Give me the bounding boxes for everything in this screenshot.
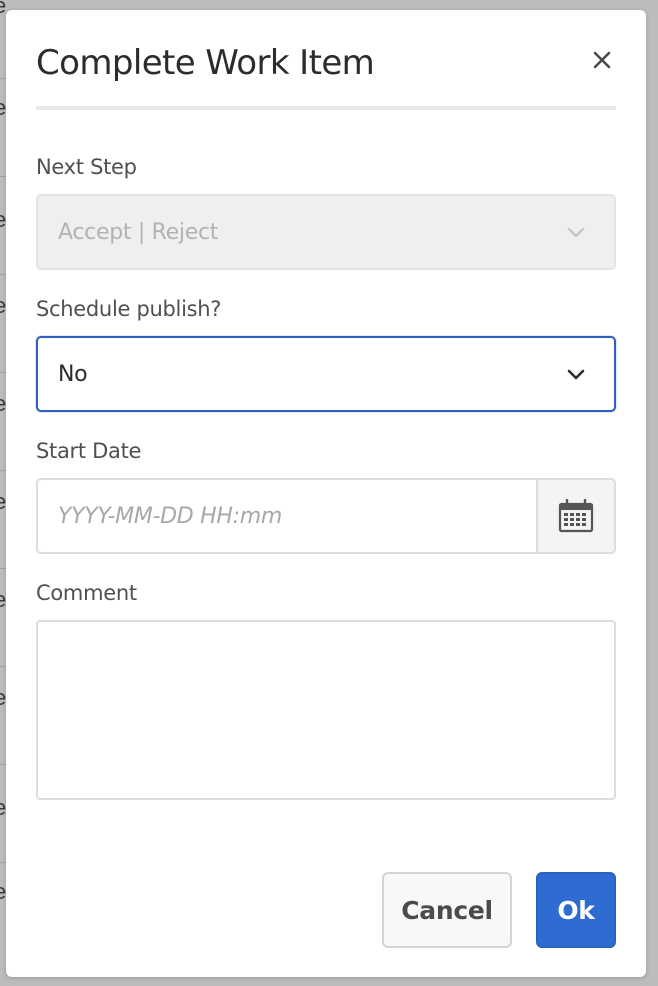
dialog-title: Complete Work Item <box>36 43 375 83</box>
comment-label: Comment <box>36 581 137 605</box>
complete-work-item-dialog: Complete Work Item Next Step Accept | Re… <box>6 10 646 977</box>
chevron-down-icon <box>567 369 585 380</box>
next-step-value: Accept | Reject <box>58 219 219 245</box>
comment-textarea[interactable] <box>36 620 616 800</box>
next-step-select: Accept | Reject <box>36 194 616 270</box>
calendar-button[interactable] <box>536 478 616 554</box>
close-icon <box>593 51 611 69</box>
start-date-input[interactable] <box>36 478 536 554</box>
chevron-down-icon <box>567 227 585 238</box>
ok-button[interactable]: Ok <box>536 872 616 948</box>
close-button[interactable] <box>588 46 616 74</box>
schedule-publish-select[interactable]: No <box>36 336 616 412</box>
calendar-icon <box>558 499 594 533</box>
start-date-label: Start Date <box>36 439 142 463</box>
schedule-publish-value: No <box>58 361 88 387</box>
next-step-label: Next Step <box>36 155 137 179</box>
cancel-button[interactable]: Cancel <box>382 872 512 948</box>
schedule-publish-label: Schedule publish? <box>36 297 222 321</box>
start-date-picker <box>36 478 616 554</box>
dialog-header: Complete Work Item <box>36 38 616 110</box>
